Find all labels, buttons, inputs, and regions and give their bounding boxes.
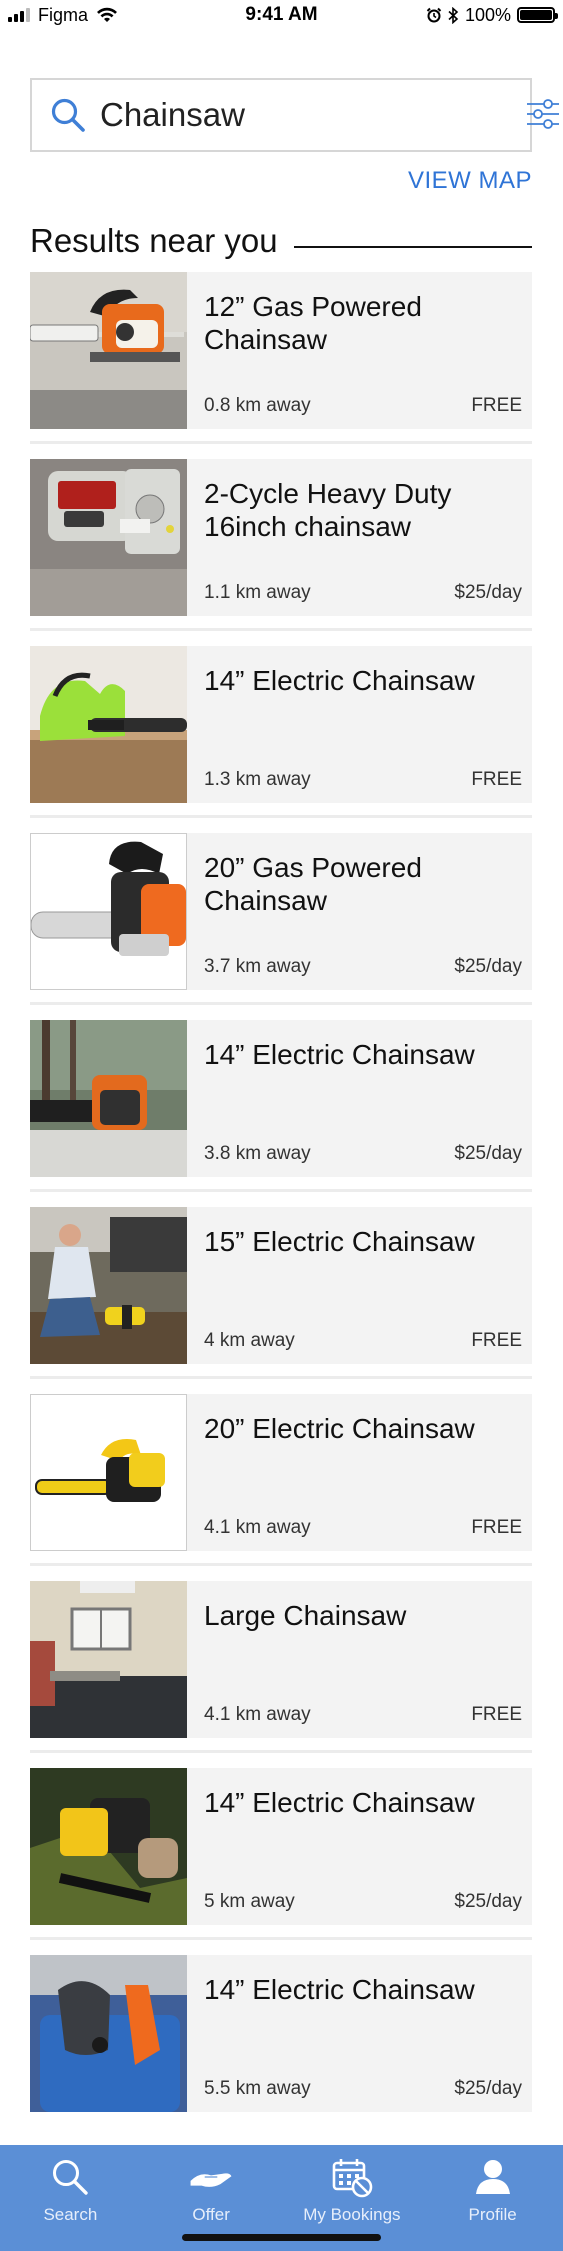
tab-my-bookings-label: My Bookings: [303, 2205, 401, 2224]
listing-title: 14” Electric Chainsaw: [204, 665, 475, 696]
calendar-icon: [330, 2155, 374, 2199]
listing-image: [30, 1020, 187, 1177]
listing-body: 12” Gas Powered Chainsaw 0.8 km away FRE…: [187, 272, 532, 429]
listing-body: 20” Gas Powered Chainsaw 3.7 km away $25…: [187, 833, 532, 990]
listing-body: 2-Cycle Heavy Duty 16inch chainsaw 1.1 k…: [187, 459, 532, 616]
listing-price: FREE: [471, 1517, 522, 1538]
tab-search[interactable]: Search: [10, 2155, 130, 2251]
listing-title: 14” Electric Chainsaw: [204, 1039, 475, 1070]
listing-title: Large Chainsaw: [204, 1600, 407, 1631]
listing-title: 15” Electric Chainsaw: [204, 1226, 475, 1257]
search-input[interactable]: [100, 96, 525, 134]
listing-card[interactable]: 14” Electric Chainsaw 1.3 km away FREE: [30, 646, 532, 818]
profile-icon: [471, 2155, 515, 2199]
listing-card[interactable]: 12” Gas Powered Chainsaw 0.8 km away FRE…: [30, 272, 532, 444]
listing-title: 14” Electric Chainsaw: [204, 1974, 475, 2005]
listing-title: 12” Gas Powered Chainsaw: [204, 291, 422, 355]
results-header: Results near you: [30, 222, 532, 260]
listing-image: [30, 1394, 187, 1551]
battery-icon: [517, 7, 558, 23]
listing-card[interactable]: 14” Electric Chainsaw 5.5 km away $25/da…: [30, 1955, 532, 2112]
status-time: 9:41 AM: [245, 4, 318, 25]
tab-profile-label: Profile: [468, 2205, 517, 2224]
listing-image: [30, 1581, 187, 1738]
listing-title: 14” Electric Chainsaw: [204, 1787, 475, 1818]
listing-image: [30, 459, 187, 616]
listing-body: 14” Electric Chainsaw 1.3 km away FREE: [187, 646, 532, 803]
search-icon: [48, 2155, 92, 2199]
listing-distance: 4 km away: [204, 1330, 295, 1351]
listing-distance: 5 km away: [204, 1891, 295, 1912]
listing-price: $25/day: [454, 2078, 522, 2099]
listing-distance: 3.7 km away: [204, 956, 311, 977]
listing-card[interactable]: 14” Electric Chainsaw 5 km away $25/day: [30, 1768, 532, 1940]
listing-distance: 4.1 km away: [204, 1704, 311, 1725]
listing-image: [30, 272, 187, 429]
listing-body: Large Chainsaw 4.1 km away FREE: [187, 1581, 532, 1738]
home-indicator: [182, 2234, 381, 2241]
listing-image: [30, 1207, 187, 1364]
signal-icon: [8, 8, 30, 22]
listing-price: $25/day: [454, 956, 522, 977]
listing-card[interactable]: 20” Electric Chainsaw 4.1 km away FREE: [30, 1394, 532, 1566]
search-bar: [30, 78, 559, 152]
tab-search-label: Search: [43, 2205, 98, 2224]
listing-distance: 0.8 km away: [204, 395, 311, 416]
listing-distance: 1.1 km away: [204, 582, 311, 603]
listing-body: 14” Electric Chainsaw 5.5 km away $25/da…: [187, 1955, 532, 2112]
results-list: 12” Gas Powered Chainsaw 0.8 km away FRE…: [30, 272, 532, 2142]
alarm-icon: [426, 7, 442, 23]
results-title: Results near you: [30, 222, 278, 259]
listing-distance: 3.8 km away: [204, 1143, 311, 1164]
listing-image: [30, 1955, 187, 2112]
listing-image: [30, 1768, 187, 1925]
wifi-icon: [97, 7, 118, 22]
listing-price: FREE: [471, 1704, 522, 1725]
tab-bar: Search Offer My Bookings Profile: [0, 2145, 563, 2251]
listing-body: 15” Electric Chainsaw 4 km away FREE: [187, 1207, 532, 1364]
status-bar: Figma 9:41 AM 100%: [0, 0, 563, 30]
status-right: 100%: [365, 4, 558, 26]
divider: [293, 246, 532, 248]
listing-body: 14” Electric Chainsaw 3.8 km away $25/da…: [187, 1020, 532, 1177]
listing-image: [30, 646, 187, 803]
listing-price: $25/day: [454, 1891, 522, 1912]
listing-image: [30, 833, 187, 990]
listing-distance: 4.1 km away: [204, 1517, 311, 1538]
listing-title: 20” Electric Chainsaw: [204, 1413, 475, 1444]
listing-card[interactable]: 2-Cycle Heavy Duty 16inch chainsaw 1.1 k…: [30, 459, 532, 631]
filter-icon[interactable]: [525, 96, 561, 134]
listing-distance: 5.5 km away: [204, 2078, 311, 2099]
listing-card[interactable]: 20” Gas Powered Chainsaw 3.7 km away $25…: [30, 833, 532, 1005]
view-map-link[interactable]: VIEW MAP: [408, 167, 532, 195]
listing-card[interactable]: Large Chainsaw 4.1 km away FREE: [30, 1581, 532, 1753]
listing-card[interactable]: 14” Electric Chainsaw 3.8 km away $25/da…: [30, 1020, 532, 1192]
listing-title: 2-Cycle Heavy Duty 16inch chainsaw: [204, 478, 452, 542]
listing-price: $25/day: [454, 582, 522, 603]
carrier-name: Figma: [38, 4, 89, 25]
status-left: Figma: [8, 5, 198, 26]
listing-body: 14” Electric Chainsaw 5 km away $25/day: [187, 1768, 532, 1925]
offer-hand-icon: [189, 2155, 233, 2199]
search-icon[interactable]: [50, 96, 86, 134]
tab-profile[interactable]: Profile: [433, 2155, 553, 2251]
listing-title: 20” Gas Powered Chainsaw: [204, 852, 422, 916]
listing-price: FREE: [471, 1330, 522, 1351]
listing-price: FREE: [471, 769, 522, 790]
listing-distance: 1.3 km away: [204, 769, 311, 790]
listing-price: $25/day: [454, 1143, 522, 1164]
listing-body: 20” Electric Chainsaw 4.1 km away FREE: [187, 1394, 532, 1551]
listing-card[interactable]: 15” Electric Chainsaw 4 km away FREE: [30, 1207, 532, 1379]
tab-offer-label: Offer: [192, 2205, 230, 2224]
battery-percent: 100%: [464, 4, 511, 25]
bluetooth-icon: [448, 6, 459, 24]
listing-price: FREE: [471, 395, 522, 416]
